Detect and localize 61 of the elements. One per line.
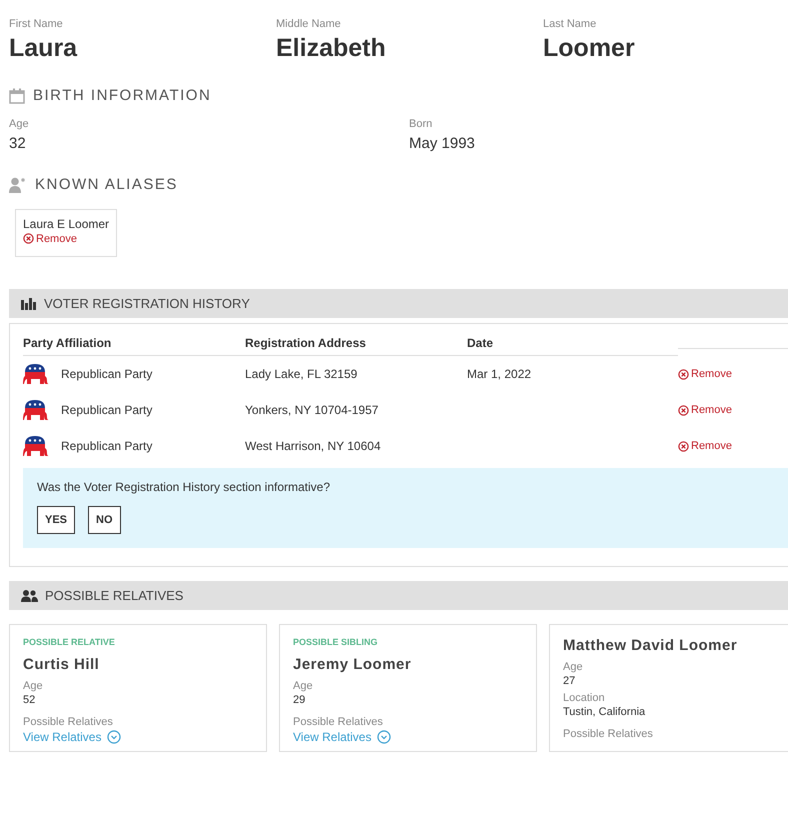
field-value: May 1993 bbox=[409, 135, 476, 152]
relation-tag: POSSIBLE SIBLING bbox=[293, 637, 523, 647]
section-title: KNOWN ALIASES bbox=[35, 176, 178, 193]
field-label: Possible Relatives bbox=[293, 716, 384, 728]
field-label: Possible Relatives bbox=[23, 716, 114, 728]
field-value: 27 bbox=[563, 675, 576, 687]
chevron-down-icon bbox=[107, 730, 122, 744]
relative-name: Matthew David Loomer bbox=[563, 637, 738, 654]
relative-name: Jeremy Loomer bbox=[293, 656, 412, 673]
field-label: Possible Relatives bbox=[563, 728, 654, 740]
field-label: Age bbox=[23, 680, 44, 692]
chevron-down-icon bbox=[377, 730, 392, 744]
field-label: First Name bbox=[9, 18, 64, 30]
field-label: Born bbox=[409, 118, 434, 130]
section-title: POSSIBLE RELATIVES bbox=[45, 588, 184, 603]
feedback-question: Was the Voter Registration History section informative? bbox=[37, 480, 332, 494]
people-icon bbox=[21, 590, 38, 602]
field-value: 52 bbox=[23, 694, 36, 706]
elephant-icon bbox=[23, 435, 49, 457]
table-cell: West Harrison, NY 10604 bbox=[245, 439, 381, 453]
bar-chart-icon bbox=[21, 298, 37, 310]
table-cell: Lady Lake, FL 32159 bbox=[245, 367, 358, 381]
field-value: 32 bbox=[9, 135, 27, 152]
remove-link[interactable]: Remove bbox=[678, 440, 732, 452]
column-header: Date bbox=[467, 324, 678, 356]
field-value: 29 bbox=[293, 694, 306, 706]
field-label: Age bbox=[9, 118, 30, 130]
column-header: Party Affiliation bbox=[23, 324, 245, 356]
table-cell: Republican Party bbox=[61, 367, 152, 381]
field-value: Tustin, California bbox=[563, 706, 646, 718]
name-value: Elizabeth bbox=[276, 34, 387, 63]
table-cell: Yonkers, NY 10704-1957 bbox=[245, 403, 378, 417]
name-value: Laura bbox=[9, 34, 78, 63]
alias-name: Laura E Loomer bbox=[23, 217, 110, 231]
remove-link[interactable]: Remove bbox=[678, 368, 732, 380]
section-title: VOTER REGISTRATION HISTORY bbox=[44, 296, 250, 311]
feedback-button[interactable]: YES bbox=[37, 506, 76, 534]
calendar-icon bbox=[9, 88, 25, 104]
table-cell: Mar 1, 2022 bbox=[467, 367, 532, 381]
field-label: Age bbox=[563, 661, 584, 673]
relative-name: Curtis Hill bbox=[23, 656, 100, 673]
section-title: BIRTH INFORMATION bbox=[33, 87, 212, 104]
remove-icon bbox=[23, 233, 34, 244]
field-label: Last Name bbox=[543, 18, 598, 30]
remove-link[interactable]: Remove bbox=[23, 232, 77, 244]
field-label: Location bbox=[563, 692, 606, 704]
remove-icon bbox=[678, 404, 689, 416]
column-header: Registration Address bbox=[245, 324, 467, 356]
table-cell: Republican Party bbox=[61, 439, 152, 453]
relation-tag: POSSIBLE RELATIVE bbox=[23, 637, 253, 647]
field-label: Middle Name bbox=[276, 18, 342, 30]
table-cell: Republican Party bbox=[61, 403, 152, 417]
elephant-icon bbox=[23, 363, 49, 385]
elephant-icon bbox=[23, 399, 49, 421]
remove-icon bbox=[678, 368, 689, 380]
field-label: Age bbox=[293, 680, 314, 692]
person-icon bbox=[9, 176, 27, 192]
feedback-button[interactable]: NO bbox=[88, 506, 121, 534]
name-value: Loomer bbox=[543, 34, 636, 63]
remove-icon bbox=[678, 440, 689, 452]
remove-link[interactable]: Remove bbox=[678, 404, 732, 416]
